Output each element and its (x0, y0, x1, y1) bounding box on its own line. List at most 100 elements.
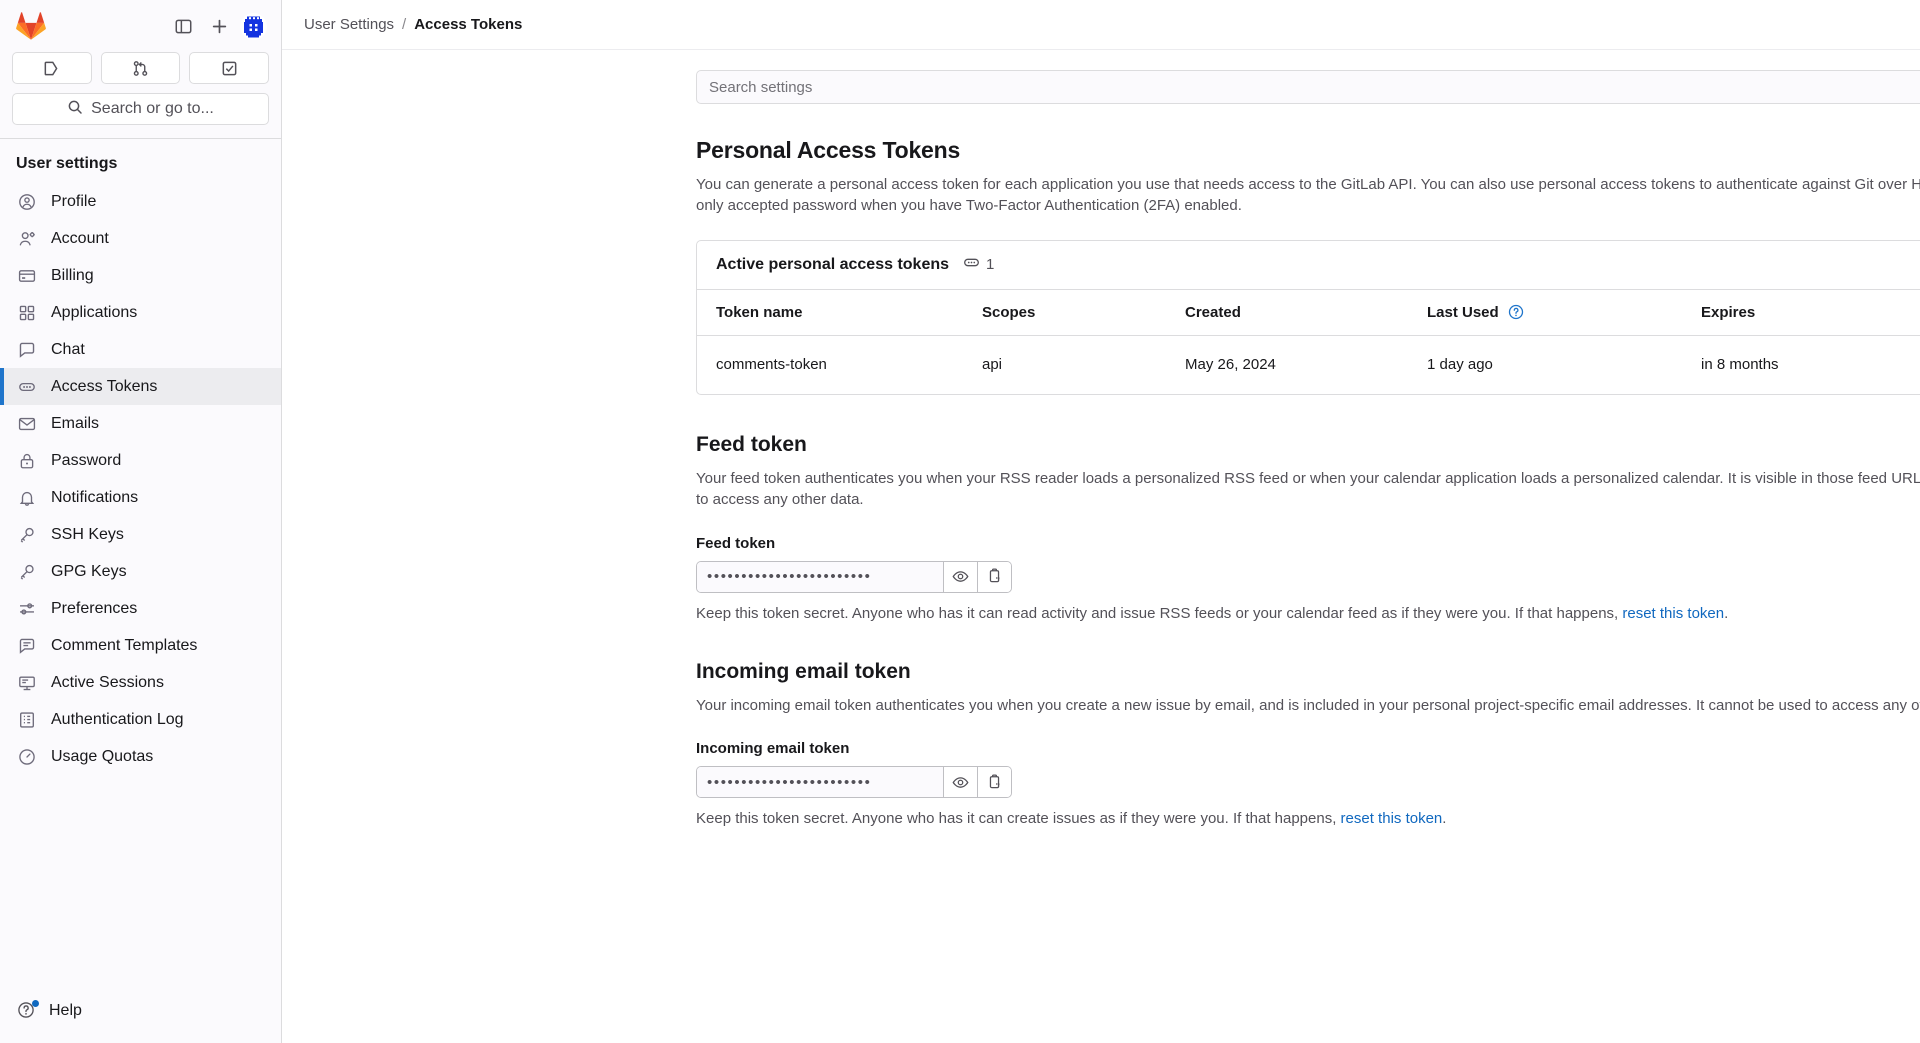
clipboard-copy-icon[interactable] (977, 561, 1011, 592)
chat-bubble-icon (17, 340, 37, 360)
sidebar-item-password[interactable]: Password (0, 442, 281, 479)
sidebar-item-label: SSH Keys (51, 525, 124, 543)
incoming-email-token-hint: Keep this token secret. Anyone who has i… (696, 810, 1920, 827)
account-icon (17, 229, 37, 249)
feed-token-title: Feed token (696, 432, 807, 456)
feed-token-hint-prefix: Keep this token secret. Anyone who has i… (696, 604, 1623, 622)
cell-expires: in 8 months (1701, 356, 1779, 374)
key-icon (17, 525, 37, 545)
sidebar-item-active-sessions[interactable]: Active Sessions (0, 664, 281, 701)
breadcrumb-separator: / (402, 16, 407, 33)
sidebar-item-notifications[interactable]: Notifications (0, 479, 281, 516)
sidebar-item-label: Comment Templates (51, 636, 198, 654)
incoming-email-token-hint-suffix: . (1442, 810, 1447, 828)
tokens-table: Token name Scopes Created Last Used Expi… (697, 289, 1920, 394)
table-row: comments-token api May 26, 2024 1 day ag… (697, 335, 1920, 394)
card-header: Active personal access tokens 1 (697, 241, 1920, 290)
sidebar-item-label: Billing (51, 266, 94, 284)
monitor-icon (17, 673, 37, 693)
search-icon (67, 99, 83, 120)
lock-icon (17, 451, 37, 471)
token-icon (963, 254, 980, 275)
sidebar-item-label: Authentication Log (51, 710, 184, 728)
gitlab-logo[interactable] (16, 11, 46, 41)
column-header-last-used-label: Last Used (1427, 303, 1499, 321)
sidebar-item-ssh-keys[interactable]: SSH Keys (0, 516, 281, 553)
page-title: Personal Access Tokens (696, 137, 961, 163)
clipboard-copy-icon[interactable] (977, 767, 1011, 798)
merge-requests-button[interactable] (100, 52, 181, 84)
feed-token-reset-link[interactable]: reset this token (1622, 605, 1724, 622)
toggle-sidebar-button[interactable] (168, 11, 198, 41)
column-header-token-name: Token name (697, 289, 982, 336)
cell-created: May 26, 2024 (1185, 356, 1276, 374)
content-scroll-area: Personal Access Tokens You can generate … (282, 50, 1920, 1043)
sidebar-item-comment-templates[interactable]: Comment Templates (0, 627, 281, 664)
cell-scopes: api (982, 356, 1003, 374)
column-header-created: Created (1185, 289, 1427, 336)
sidebar-item-access-tokens[interactable]: Access Tokens (0, 368, 281, 405)
pat-description: You can generate a personal access token… (696, 176, 1920, 215)
sidebar-item-usage-quotas[interactable]: Usage Quotas (0, 738, 281, 775)
sidebar-item-billing[interactable]: Billing (0, 257, 281, 294)
sidebar-item-gpg-keys[interactable]: GPG Keys (0, 553, 281, 590)
help-button[interactable]: Help (0, 992, 281, 1029)
card-title: Active personal access tokens (716, 255, 950, 273)
help-notification-dot (32, 999, 39, 1007)
column-header-last-used: Last Used (1427, 289, 1701, 336)
sidebar-item-label: Preferences (51, 599, 138, 617)
sidebar-item-label: Chat (51, 340, 85, 358)
column-header-scopes: Scopes (982, 289, 1185, 336)
sidebar-item-label: Password (51, 451, 122, 469)
sidebar-item-label: Emails (51, 414, 100, 432)
breadcrumb-parent[interactable]: User Settings (304, 16, 394, 33)
sidebar-heading: User settings (16, 155, 118, 172)
search-input[interactable]: Search or go to... (12, 93, 269, 125)
sidebar-item-label: Profile (51, 192, 97, 210)
bell-icon (17, 488, 37, 508)
token-icon (17, 377, 37, 397)
feed-token-field-label: Feed token (696, 534, 776, 552)
envelope-icon (17, 414, 37, 434)
todos-button[interactable] (189, 52, 270, 84)
sidebar-item-profile[interactable]: Profile (0, 183, 281, 220)
sidebar-item-authentication-log[interactable]: Authentication Log (0, 701, 281, 738)
sliders-icon (17, 599, 37, 619)
content-inner: Personal Access Tokens You can generate … (696, 70, 1920, 827)
create-new-button[interactable] (204, 11, 234, 41)
comment-lines-icon (17, 636, 37, 656)
eye-icon[interactable] (943, 767, 977, 798)
settings-search-input[interactable] (696, 70, 1920, 104)
incoming-email-token-reset-link[interactable]: reset this token (1341, 810, 1443, 827)
sidebar-item-account[interactable]: Account (0, 220, 281, 257)
last-used-help-icon[interactable] (1508, 304, 1524, 320)
incoming-email-token-description: Your incoming email token authenticates … (696, 696, 1920, 714)
feed-token-hint: Keep this token secret. Anyone who has i… (696, 605, 1920, 622)
cell-last-used: 1 day ago (1427, 356, 1493, 374)
table-header-row: Token name Scopes Created Last Used Expi… (697, 289, 1920, 336)
user-circle-icon (17, 192, 37, 212)
user-avatar[interactable] (240, 12, 267, 40)
column-header-expires: Expires (1701, 289, 1920, 336)
sidebar-item-label: Applications (51, 303, 138, 321)
sidebar-item-label: Active Sessions (51, 673, 164, 691)
sidebar-quick-actions (0, 52, 281, 93)
sidebar-item-emails[interactable]: Emails (0, 405, 281, 442)
incoming-email-token-field-label: Incoming email token (696, 740, 850, 758)
sidebar-item-chat[interactable]: Chat (0, 331, 281, 368)
feed-token-masked-value[interactable]: •••••••••••••••••••••••• (697, 561, 943, 592)
incoming-email-token-title: Incoming email token (696, 659, 911, 683)
main-content: User Settings / Access Tokens Personal A… (282, 0, 1920, 1043)
sidebar-item-preferences[interactable]: Preferences (0, 590, 281, 627)
incoming-email-token-hint-prefix: Keep this token secret. Anyone who has i… (696, 810, 1341, 828)
question-circle-icon (17, 999, 39, 1021)
sidebar-item-label: Account (51, 229, 109, 247)
feed-token-input-group: •••••••••••••••••••••••• (696, 560, 1012, 593)
tokens-table-body: comments-token api May 26, 2024 1 day ag… (697, 335, 1920, 394)
eye-icon[interactable] (943, 561, 977, 592)
breadcrumb: User Settings / Access Tokens (282, 0, 1920, 50)
issues-button[interactable] (12, 52, 92, 84)
help-label: Help (49, 1001, 82, 1019)
incoming-email-token-masked-value[interactable]: •••••••••••••••••••••••• (697, 767, 943, 798)
sidebar-item-applications[interactable]: Applications (0, 294, 281, 331)
